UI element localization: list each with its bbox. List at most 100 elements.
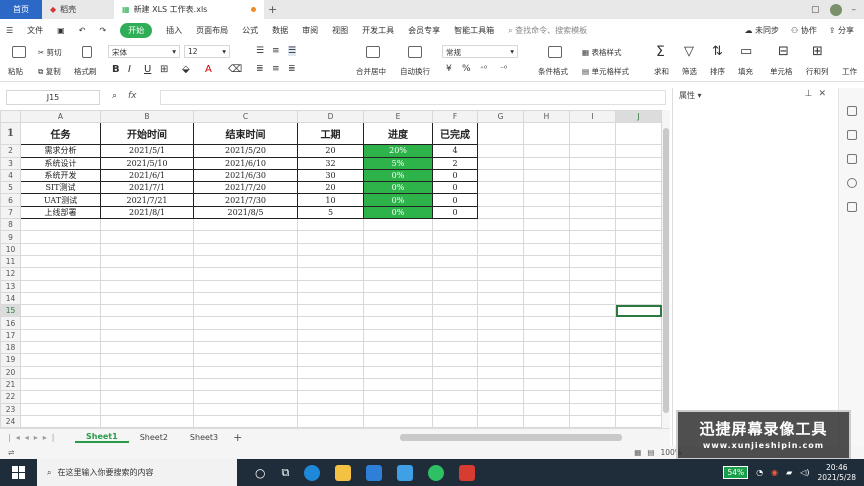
grid-cell[interactable] bbox=[477, 267, 524, 281]
grid-cell[interactable] bbox=[432, 328, 478, 343]
grid-cell[interactable] bbox=[363, 341, 433, 355]
grid-cell[interactable] bbox=[477, 254, 524, 269]
data-cell[interactable]: 2021/8/5 bbox=[193, 205, 298, 220]
sheet-tab-2[interactable]: Sheet2 bbox=[129, 433, 179, 442]
grid-cell[interactable] bbox=[569, 254, 616, 269]
cond-format-icon[interactable] bbox=[548, 46, 562, 58]
grid-cell[interactable] bbox=[615, 279, 662, 293]
grid-cell[interactable] bbox=[523, 402, 570, 416]
grid-cell[interactable] bbox=[477, 390, 524, 404]
header-cell[interactable]: 进度 bbox=[363, 122, 433, 146]
grid-cell[interactable] bbox=[477, 414, 524, 428]
minimize-icon[interactable]: – bbox=[852, 5, 857, 15]
data-cell[interactable]: 0 bbox=[432, 168, 478, 183]
grid-cell[interactable] bbox=[20, 230, 101, 244]
grid-cell[interactable] bbox=[477, 156, 524, 170]
row-header[interactable]: 7 bbox=[0, 205, 21, 220]
col-header[interactable]: B bbox=[100, 110, 194, 124]
undo-icon[interactable]: ↶ bbox=[79, 26, 86, 35]
zoom-icon[interactable]: ⌕ bbox=[112, 91, 117, 101]
grid-cell[interactable] bbox=[523, 181, 570, 195]
filter-button[interactable]: 筛选 bbox=[682, 66, 697, 77]
grid-cell[interactable] bbox=[523, 193, 570, 207]
grid-cell[interactable] bbox=[193, 230, 298, 244]
grid-cell[interactable] bbox=[432, 341, 478, 355]
grid-cell[interactable] bbox=[100, 402, 194, 416]
grid-cell[interactable] bbox=[432, 390, 478, 404]
data-cell[interactable]: 上线部署 bbox=[20, 205, 101, 220]
grid-cell[interactable] bbox=[615, 365, 662, 379]
data-cell[interactable]: 2021/7/30 bbox=[193, 193, 298, 207]
grid-cell[interactable] bbox=[523, 328, 570, 343]
grid-cell[interactable] bbox=[297, 353, 364, 367]
grid-cell[interactable] bbox=[363, 316, 433, 330]
grid-cell[interactable] bbox=[100, 254, 194, 269]
format-painter-icon[interactable] bbox=[82, 46, 92, 58]
row-header[interactable]: 8 bbox=[0, 218, 21, 232]
menu-review[interactable]: 审阅 bbox=[302, 25, 318, 36]
chevron-down-icon[interactable]: ▾ bbox=[698, 91, 702, 100]
grid-cell[interactable] bbox=[20, 341, 101, 355]
grid-cell[interactable] bbox=[615, 341, 662, 355]
data-cell[interactable]: 需求分析 bbox=[20, 144, 101, 158]
tray-icon[interactable]: ◔ bbox=[756, 468, 763, 477]
row-header[interactable]: 18 bbox=[0, 341, 21, 355]
grid-cell[interactable] bbox=[569, 279, 616, 293]
grid-cell[interactable] bbox=[297, 328, 364, 343]
pin-icon[interactable]: ⊥ bbox=[805, 89, 819, 99]
grid-cell[interactable] bbox=[477, 353, 524, 367]
data-cell[interactable]: 2021/8/1 bbox=[100, 205, 194, 220]
grid-cell[interactable] bbox=[615, 267, 662, 281]
grid-cell[interactable] bbox=[20, 328, 101, 343]
grid-cell[interactable] bbox=[523, 304, 570, 318]
grid-cell[interactable] bbox=[20, 390, 101, 404]
grid-cell[interactable] bbox=[432, 377, 478, 392]
app-icon[interactable] bbox=[366, 464, 383, 481]
menu-icon[interactable]: ☰ bbox=[6, 26, 13, 35]
grid-cell[interactable] bbox=[100, 304, 194, 318]
grid-cell[interactable] bbox=[569, 168, 616, 183]
name-box[interactable]: J15 bbox=[6, 90, 100, 105]
progress-cell[interactable]: 0% bbox=[363, 168, 433, 183]
grid-cell[interactable] bbox=[477, 328, 524, 343]
row-header[interactable]: 11 bbox=[0, 254, 21, 269]
backup-icon[interactable] bbox=[847, 202, 857, 212]
grid-cell[interactable] bbox=[20, 279, 101, 293]
grid-cell[interactable] bbox=[297, 402, 364, 416]
data-cell[interactable]: 30 bbox=[297, 168, 364, 183]
grid-cell[interactable] bbox=[193, 365, 298, 379]
data-cell[interactable]: 2021/5/10 bbox=[100, 156, 194, 170]
grid-cell[interactable] bbox=[477, 168, 524, 183]
grid-cell[interactable] bbox=[432, 279, 478, 293]
help-icon[interactable] bbox=[847, 178, 857, 188]
windows-start-icon[interactable] bbox=[12, 466, 25, 479]
tab-home[interactable]: 首页 bbox=[0, 0, 42, 19]
font-size-select[interactable]: 12 ▾ bbox=[184, 45, 230, 58]
grid-cell[interactable] bbox=[20, 291, 101, 306]
grid-cell[interactable] bbox=[615, 122, 662, 146]
grid-cell[interactable] bbox=[297, 390, 364, 404]
grid-cell[interactable] bbox=[477, 304, 524, 318]
grid-cell[interactable] bbox=[569, 291, 616, 306]
wps-tray-icon[interactable]: ◉ bbox=[771, 468, 778, 477]
grid-cell[interactable] bbox=[193, 304, 298, 318]
align-bottom-icon[interactable]: ☰ bbox=[288, 46, 297, 56]
grid-cell[interactable] bbox=[20, 414, 101, 428]
grid-cell[interactable] bbox=[100, 291, 194, 306]
data-cell[interactable]: 2021/5/1 bbox=[100, 144, 194, 158]
sort-button[interactable]: 排序 bbox=[710, 66, 725, 77]
row-header[interactable]: 17 bbox=[0, 328, 21, 343]
edge-icon[interactable] bbox=[304, 464, 321, 481]
grid-cell[interactable] bbox=[193, 390, 298, 404]
grid-cell[interactable] bbox=[20, 254, 101, 269]
grid-cell[interactable] bbox=[615, 156, 662, 170]
grid-cell[interactable] bbox=[569, 122, 616, 146]
grid-cell[interactable] bbox=[615, 316, 662, 330]
grid-cell[interactable] bbox=[297, 242, 364, 256]
paste-button[interactable]: 粘贴 bbox=[8, 66, 23, 77]
grid-cell[interactable] bbox=[193, 316, 298, 330]
row-header[interactable]: 4 bbox=[0, 168, 21, 183]
data-cell[interactable]: 2021/7/20 bbox=[193, 181, 298, 195]
col-header[interactable]: I bbox=[569, 110, 616, 124]
menu-file[interactable]: 文件 bbox=[27, 25, 43, 36]
